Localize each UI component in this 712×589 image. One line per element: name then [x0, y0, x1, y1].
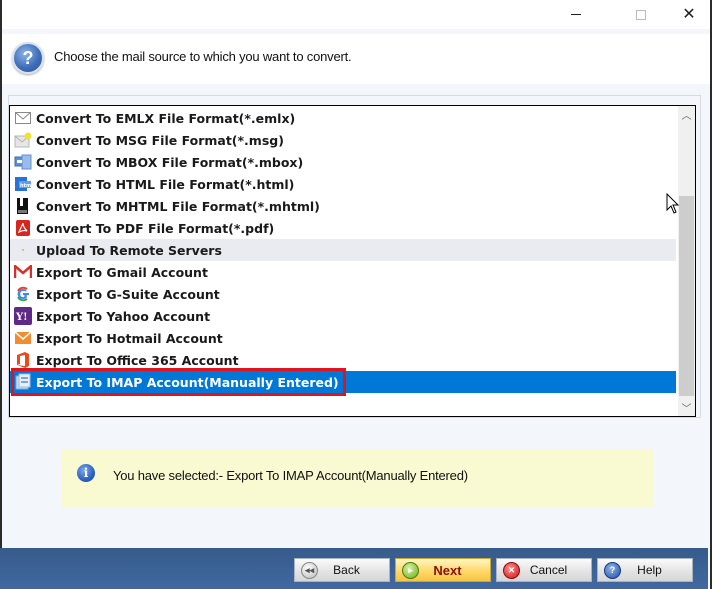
group-bullet-icon [13, 241, 33, 259]
maximize-icon [636, 9, 646, 20]
list-item-label: Convert To EMLX File Format(*.emlx) [36, 110, 296, 126]
svg-text:Y!: Y! [15, 312, 28, 323]
close-button[interactable]: ✕ [666, 0, 712, 29]
list-item-label: Convert To HTML File Format(*.html) [36, 176, 295, 192]
help-label: Help [637, 563, 662, 577]
list-item-label: Export To G-Suite Account [36, 286, 220, 302]
mhtml-file-icon [13, 197, 33, 215]
scroll-down-button[interactable]: ﹀ [678, 399, 695, 416]
next-arrow-icon: ▸ [402, 561, 419, 579]
hotmail-icon [13, 329, 33, 347]
cancel-x-icon: ✕ [503, 561, 520, 579]
chevron-up-icon: ︿ [681, 111, 692, 122]
list-item[interactable]: Export To IMAP Account(Manually Entered) [10, 371, 676, 393]
minimize-icon [571, 14, 581, 15]
list-item[interactable]: Convert To MSG File Format(*.msg) [10, 129, 676, 151]
next-label: Next [433, 562, 462, 578]
title-bar: ✕ [2, 0, 710, 29]
list-item[interactable]: Export To Hotmail Account [10, 327, 676, 349]
back-button[interactable]: ◂◂ Back [294, 558, 390, 582]
list-item[interactable]: Y! Export To Yahoo Account [10, 305, 676, 327]
office365-icon [13, 351, 33, 369]
info-icon: i [77, 464, 95, 482]
list-group-header: Upload To Remote Servers [10, 239, 676, 261]
list-item-label: Convert To PDF File Format(*.pdf) [36, 220, 275, 236]
svg-text:html: html [20, 183, 32, 189]
list-item-label: Export To Gmail Account [36, 264, 208, 280]
list-item-label: Upload To Remote Servers [36, 242, 222, 258]
google-icon: G [13, 285, 33, 303]
list-item-label: Export To Hotmail Account [36, 330, 223, 346]
cancel-button[interactable]: ✕ Cancel [496, 558, 592, 582]
list-item[interactable]: Convert To PDF File Format(*.pdf) [10, 217, 676, 239]
list-item-label: Convert To MSG File Format(*.msg) [36, 132, 284, 148]
list-item-label: Convert To MBOX File Format(*.mbox) [36, 154, 304, 170]
vertical-scrollbar[interactable]: ︿ ﹀ [678, 106, 695, 416]
cancel-label: Cancel [529, 563, 568, 577]
list-item-label: Export To Office 365 Account [36, 352, 239, 368]
conversion-options-list[interactable]: Convert To EMLX File Format(*.emlx) Conve… [9, 105, 696, 417]
question-icon: ? [12, 42, 44, 74]
list-item[interactable]: Convert To EMLX File Format(*.emlx) [10, 107, 676, 129]
mouse-cursor-icon [666, 193, 680, 214]
html-file-icon: html [13, 175, 33, 193]
instruction-header: ? Choose the mail source to which you wa… [2, 34, 710, 84]
yahoo-icon: Y! [13, 307, 33, 325]
selection-info-box: i You have selected:- Export To IMAP Acc… [61, 449, 654, 508]
scroll-thumb[interactable] [679, 196, 694, 396]
chevron-down-icon: ﹀ [681, 404, 692, 415]
list-item-label: Export To Yahoo Account [36, 308, 211, 324]
list-item[interactable]: Convert To MBOX File Format(*.mbox) [10, 151, 676, 173]
back-arrow-icon: ◂◂ [301, 561, 318, 579]
scroll-up-button[interactable]: ︿ [678, 106, 695, 123]
list-item[interactable]: G Export To G-Suite Account [10, 283, 676, 305]
pdf-file-icon [13, 219, 33, 237]
envelope-icon [13, 109, 33, 127]
footer-bar: ◂◂ Back ▸ Next ✕ Cancel ? Help [0, 548, 708, 589]
list-item-label: Convert To MHTML File Format(*.mhtml) [36, 198, 320, 214]
list-item[interactable]: Export To Office 365 Account [10, 349, 676, 371]
help-button[interactable]: ? Help [597, 558, 693, 582]
list-item[interactable]: Convert To MHTML File Format(*.mhtml) [10, 195, 676, 217]
next-button[interactable]: ▸ Next [395, 558, 491, 582]
list-item-label: Export To IMAP Account(Manually Entered) [36, 374, 339, 390]
list-item[interactable]: html Convert To HTML File Format(*.html) [10, 173, 676, 195]
instruction-text: Choose the mail source to which you want… [54, 49, 352, 64]
minimize-button[interactable] [553, 0, 599, 29]
selection-info-text: You have selected:- Export To IMAP Accou… [113, 468, 468, 483]
msg-file-icon [13, 131, 33, 149]
imap-server-icon [13, 373, 33, 391]
maximize-button[interactable] [618, 0, 664, 29]
close-icon: ✕ [682, 5, 696, 23]
back-label: Back [333, 563, 360, 577]
gmail-icon [13, 263, 33, 281]
list-item[interactable]: Export To Gmail Account [10, 261, 676, 283]
help-question-icon: ? [604, 561, 621, 579]
mbox-file-icon [13, 153, 33, 171]
